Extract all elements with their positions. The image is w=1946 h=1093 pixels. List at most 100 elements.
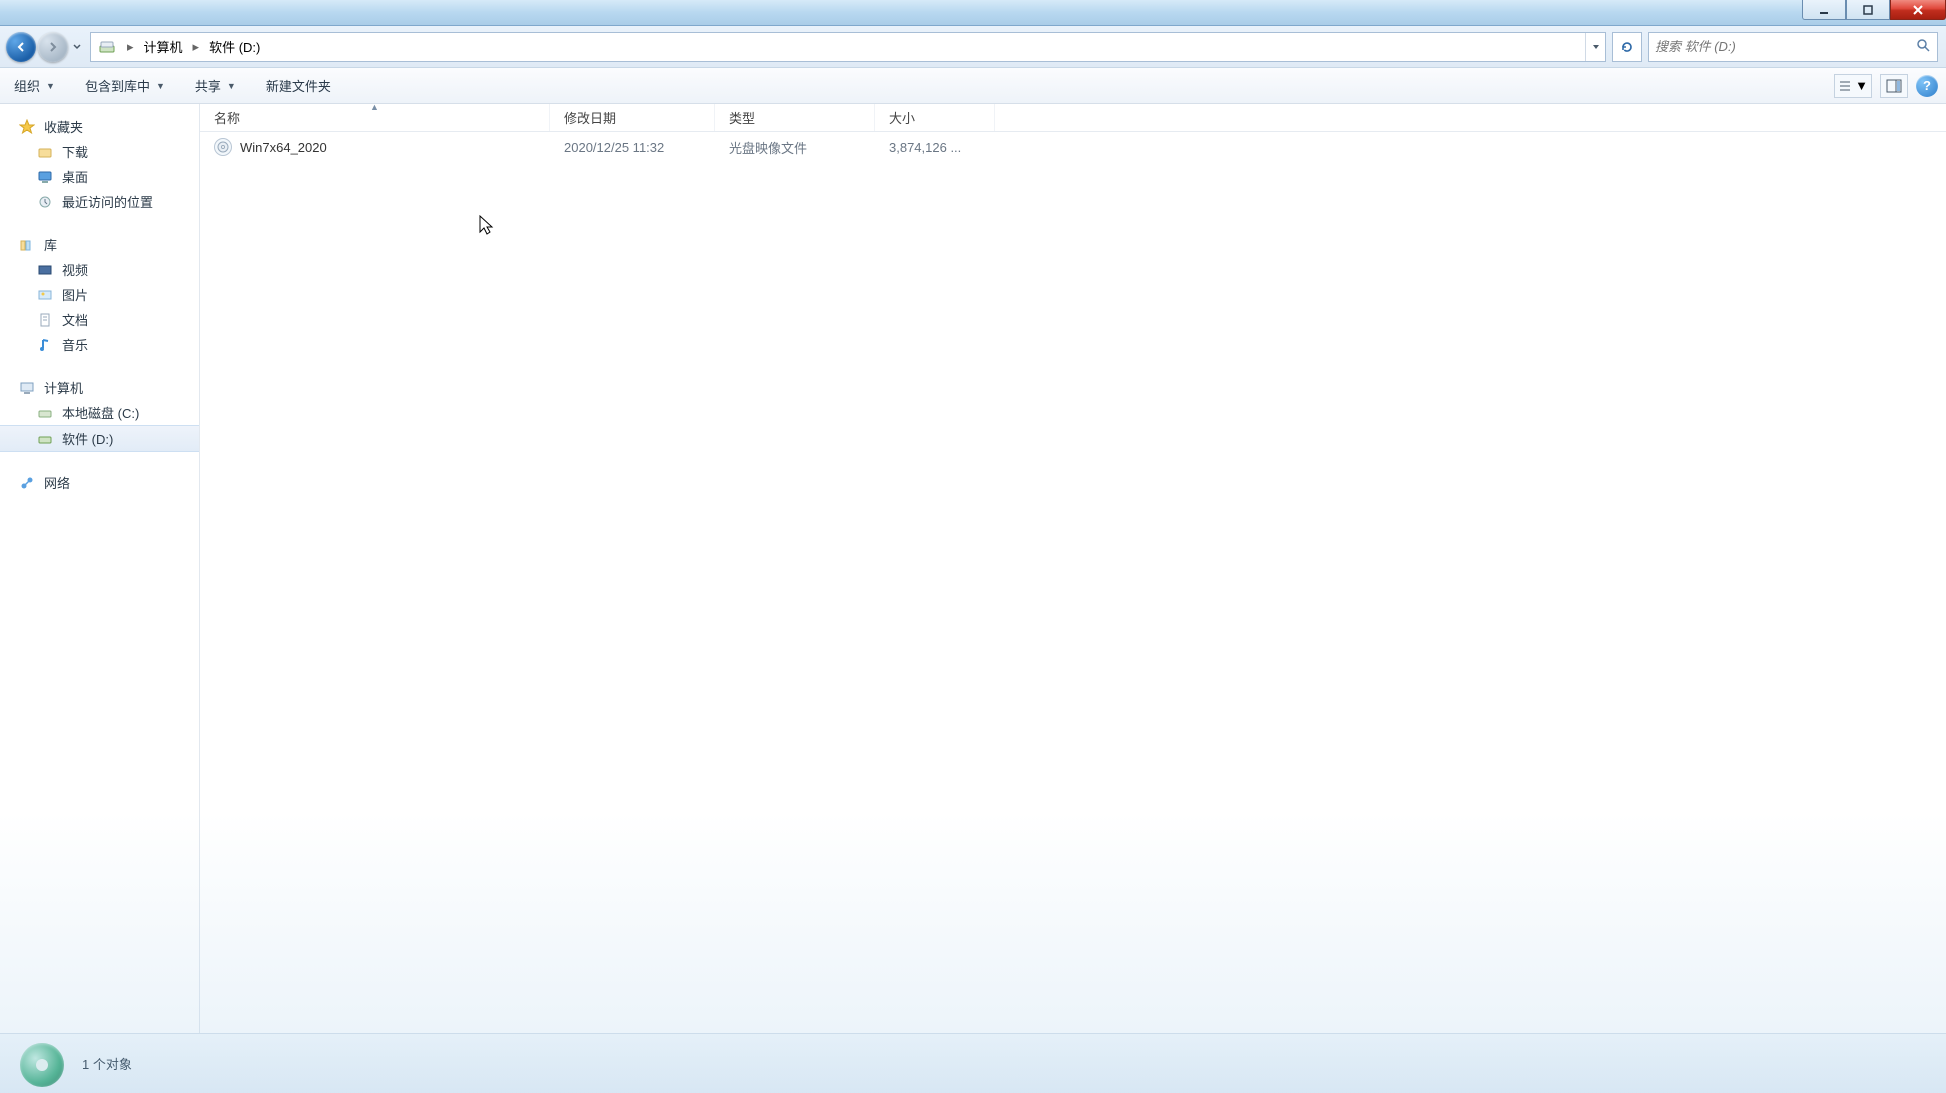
newfolder-label: 新建文件夹: [266, 76, 331, 95]
organize-button[interactable]: 组织 ▼: [8, 72, 61, 99]
sidebar-music[interactable]: 音乐: [0, 332, 199, 357]
help-button[interactable]: ?: [1916, 75, 1938, 97]
chevron-down-icon: ▼: [1855, 78, 1868, 93]
navigation-pane[interactable]: 收藏夹 下载 桌面 最近访问的位置 库: [0, 104, 200, 1033]
sidebar-item-label: 文档: [62, 310, 88, 329]
maximize-button[interactable]: [1846, 0, 1890, 20]
folder-icon: [36, 143, 54, 161]
body-split: 收藏夹 下载 桌面 最近访问的位置 库: [0, 104, 1946, 1033]
status-count: 1 个对象: [82, 1054, 132, 1073]
sidebar-item-label: 库: [44, 235, 57, 254]
column-date[interactable]: 修改日期: [550, 104, 715, 131]
file-row[interactable]: Win7x64_2020 2020/12/25 11:32 光盘映像文件 3,8…: [200, 132, 1946, 162]
mouse-cursor-icon: [478, 214, 496, 238]
address-dropdown[interactable]: [1585, 33, 1605, 61]
column-type[interactable]: 类型: [715, 104, 875, 131]
chevron-down-icon: ▼: [46, 81, 55, 91]
search-icon[interactable]: [1915, 37, 1931, 56]
drive-large-icon: [14, 1039, 64, 1089]
breadcrumb-drive[interactable]: 软件 (D:): [205, 33, 264, 61]
search-input[interactable]: [1655, 39, 1915, 54]
library-icon: [18, 236, 36, 254]
column-name[interactable]: 名称 ▲: [200, 104, 550, 131]
column-header-row: 名称 ▲ 修改日期 类型 大小: [200, 104, 1946, 132]
sidebar-item-label: 计算机: [44, 378, 83, 397]
sidebar-pictures[interactable]: 图片: [0, 282, 199, 307]
desktop-icon: [36, 168, 54, 186]
column-name-label: 名称: [214, 108, 240, 127]
file-name: Win7x64_2020: [240, 140, 327, 155]
file-size: 3,874,126 ...: [875, 140, 995, 155]
new-folder-button[interactable]: 新建文件夹: [260, 72, 337, 99]
star-icon: [18, 118, 36, 136]
sort-asc-icon: ▲: [370, 102, 379, 112]
sidebar-item-label: 音乐: [62, 335, 88, 354]
sidebar-network[interactable]: 网络: [0, 470, 199, 495]
share-button[interactable]: 共享 ▼: [189, 72, 242, 99]
sidebar-local-c[interactable]: 本地磁盘 (C:): [0, 400, 199, 425]
sidebar-recent[interactable]: 最近访问的位置: [0, 189, 199, 214]
sidebar-item-label: 最近访问的位置: [62, 192, 153, 211]
title-bar[interactable]: [0, 0, 1946, 26]
chevron-down-icon: ▼: [156, 81, 165, 91]
chevron-down-icon: ▼: [227, 81, 236, 91]
music-icon: [36, 336, 54, 354]
help-icon: ?: [1923, 78, 1931, 93]
network-icon: [18, 474, 36, 492]
disc-image-icon: [214, 138, 232, 156]
sidebar-item-label: 下载: [62, 142, 88, 161]
sidebar-videos[interactable]: 视频: [0, 257, 199, 282]
computer-icon: [18, 379, 36, 397]
nav-row: ▸ 计算机 ▸ 软件 (D:): [0, 26, 1946, 68]
sidebar-libraries[interactable]: 库: [0, 232, 199, 257]
details-pane: 1 个对象: [0, 1033, 1946, 1093]
column-type-label: 类型: [729, 108, 755, 127]
preview-pane-button[interactable]: [1880, 74, 1908, 98]
breadcrumb-sep-icon: ▸: [121, 39, 140, 55]
sidebar-item-label: 本地磁盘 (C:): [62, 403, 139, 422]
sidebar-item-label: 图片: [62, 285, 88, 304]
address-bar[interactable]: ▸ 计算机 ▸ 软件 (D:): [90, 32, 1606, 62]
sidebar-item-label: 网络: [44, 473, 70, 492]
picture-icon: [36, 286, 54, 304]
explorer-window: ▸ 计算机 ▸ 软件 (D:) 组织 ▼ 包含到库中 ▼ 共享 ▼: [0, 0, 1946, 1093]
back-button[interactable]: [6, 32, 36, 62]
document-icon: [36, 311, 54, 329]
sidebar-favorites[interactable]: 收藏夹: [0, 114, 199, 139]
share-label: 共享: [195, 76, 221, 95]
view-mode-button[interactable]: ▼: [1834, 74, 1872, 98]
file-type: 光盘映像文件: [715, 138, 875, 157]
include-label: 包含到库中: [85, 76, 150, 95]
drive-icon: [36, 404, 54, 422]
file-list[interactable]: 名称 ▲ 修改日期 类型 大小 Win7x64_2020 2020/12/25 …: [200, 104, 1946, 1033]
refresh-button[interactable]: [1612, 32, 1642, 62]
include-in-library-button[interactable]: 包含到库中 ▼: [79, 72, 171, 99]
pane-icon: [1886, 79, 1902, 93]
nav-history-dropdown[interactable]: [70, 32, 84, 62]
sidebar-item-label: 视频: [62, 260, 88, 279]
recent-icon: [36, 193, 54, 211]
organize-label: 组织: [14, 76, 40, 95]
file-date: 2020/12/25 11:32: [550, 140, 715, 155]
close-button[interactable]: [1890, 0, 1946, 20]
search-box[interactable]: [1648, 32, 1938, 62]
sidebar-drive-d[interactable]: 软件 (D:): [0, 425, 199, 452]
column-size[interactable]: 大小: [875, 104, 995, 131]
sidebar-desktop[interactable]: 桌面: [0, 164, 199, 189]
sidebar-computer[interactable]: 计算机: [0, 375, 199, 400]
drive-icon: [97, 37, 117, 57]
sidebar-item-label: 桌面: [62, 167, 88, 186]
column-date-label: 修改日期: [564, 108, 616, 127]
breadcrumb-sep-icon: ▸: [187, 39, 206, 55]
sidebar-documents[interactable]: 文档: [0, 307, 199, 332]
sidebar-item-label: 软件 (D:): [62, 429, 113, 448]
minimize-button[interactable]: [1802, 0, 1846, 20]
sidebar-favorites-label: 收藏夹: [44, 117, 83, 136]
breadcrumb-computer[interactable]: 计算机: [140, 33, 187, 61]
forward-button[interactable]: [38, 32, 68, 62]
toolbar: 组织 ▼ 包含到库中 ▼ 共享 ▼ 新建文件夹 ▼ ?: [0, 68, 1946, 104]
video-icon: [36, 261, 54, 279]
list-icon: [1838, 79, 1852, 93]
drive-icon: [36, 430, 54, 448]
sidebar-downloads[interactable]: 下载: [0, 139, 199, 164]
